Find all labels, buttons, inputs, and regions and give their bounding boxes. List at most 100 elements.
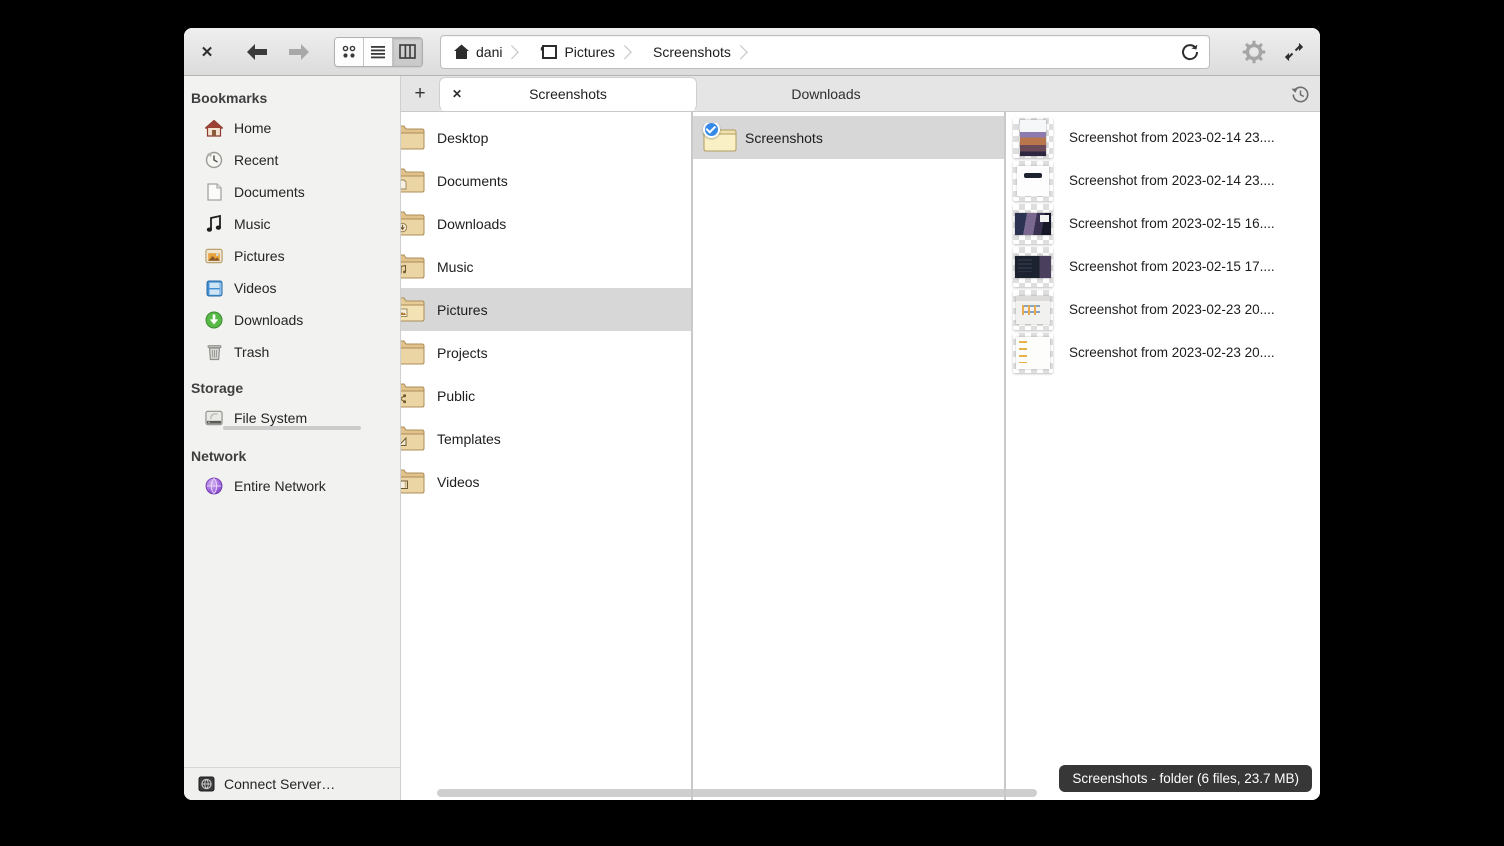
connect-server-label: Connect Server…	[224, 776, 335, 792]
item-label: Music	[437, 259, 474, 275]
folder-icon	[401, 252, 437, 282]
list-item-music[interactable]: Music	[401, 245, 691, 288]
gear-icon	[1242, 40, 1266, 64]
breadcrumb-separator	[737, 39, 755, 65]
column-screenshots-files: Screenshot from 2023-02-14 23.... Screen…	[1006, 112, 1320, 800]
folder-icon	[401, 123, 437, 153]
file-row[interactable]: Screenshot from 2023-02-23 20....	[1006, 331, 1320, 374]
sidebar-item-file-system[interactable]: File System	[184, 402, 400, 434]
grid-view-button[interactable]	[335, 38, 364, 66]
back-button[interactable]	[240, 35, 274, 69]
list-item-downloads[interactable]: Downloads	[401, 202, 691, 245]
file-row[interactable]: Screenshot from 2023-02-14 23....	[1006, 116, 1320, 159]
file-row[interactable]: Screenshot from 2023-02-15 16....	[1006, 202, 1320, 245]
connect-server-button[interactable]: Connect Server…	[184, 767, 400, 800]
sidebar-item-trash[interactable]: Trash	[184, 336, 400, 368]
list-item-videos[interactable]: Videos	[401, 460, 691, 503]
sidebar-item-music[interactable]: Music	[184, 208, 400, 240]
network-icon	[205, 477, 223, 495]
sidebar-item-label: Home	[234, 120, 271, 136]
refresh-icon	[1181, 43, 1199, 61]
pictures-icon	[205, 247, 223, 265]
refresh-button[interactable]	[1181, 43, 1199, 61]
main-area: + ✕ Screenshots Downloads	[401, 76, 1320, 800]
list-item-documents[interactable]: Documents	[401, 159, 691, 202]
list-item-public[interactable]: Public	[401, 374, 691, 417]
list-view-icon	[370, 45, 386, 59]
file-row[interactable]: Screenshot from 2023-02-14 23....	[1006, 159, 1320, 202]
settings-menu-button[interactable]	[1234, 32, 1274, 72]
sidebar-header-bookmarks: Bookmarks	[184, 84, 400, 112]
item-label: Documents	[437, 173, 508, 189]
item-label: Screenshots	[745, 130, 823, 146]
file-row[interactable]: Screenshot from 2023-02-23 20....	[1006, 288, 1320, 331]
tab-downloads[interactable]: Downloads	[697, 76, 955, 111]
sidebar-item-label: Downloads	[234, 312, 303, 328]
new-tab-button[interactable]: +	[401, 76, 439, 111]
folder-icon	[701, 123, 743, 153]
breadcrumb-segment-pictures[interactable]: Pictures	[528, 44, 619, 60]
fullscreen-button[interactable]	[1274, 32, 1314, 72]
list-view-button[interactable]	[364, 38, 393, 66]
folder-icon	[401, 424, 437, 454]
sidebar-item-label: Pictures	[234, 248, 285, 264]
list-item-screenshots-selected[interactable]: Screenshots	[693, 116, 1004, 159]
toolbar: ✕	[184, 28, 1320, 76]
sidebar-item-entire-network[interactable]: Entire Network	[184, 470, 400, 502]
list-item-pictures-selected[interactable]: Pictures	[401, 288, 691, 331]
home-icon	[205, 119, 223, 137]
sidebar-item-recent[interactable]: Recent	[184, 144, 400, 176]
file-row[interactable]: Screenshot from 2023-02-15 17....	[1006, 245, 1320, 288]
disk-usage-bar	[223, 426, 361, 430]
column-view-icon	[399, 44, 416, 59]
videos-icon	[205, 279, 223, 297]
sidebar: Bookmarks Home	[184, 76, 401, 800]
file-thumbnail	[1013, 247, 1053, 287]
expand-icon	[1285, 43, 1303, 61]
item-label: Public	[437, 388, 475, 404]
sidebar-item-videos[interactable]: Videos	[184, 272, 400, 304]
sidebar-item-documents[interactable]: Documents	[184, 176, 400, 208]
breadcrumb-label: dani	[476, 44, 502, 60]
breadcrumb-segment-home[interactable]: dani	[441, 44, 506, 60]
column-places: Desktop Documents Downloads	[401, 112, 693, 800]
breadcrumb-segment-screenshots[interactable]: Screenshots	[641, 44, 735, 60]
window-close-button[interactable]: ✕	[192, 37, 222, 67]
column-view-button[interactable]	[393, 38, 422, 66]
restore-tab-button[interactable]	[1291, 76, 1310, 112]
tab-close-icon[interactable]: ✕	[452, 78, 462, 110]
disk-icon	[205, 409, 223, 427]
forward-button[interactable]	[282, 35, 316, 69]
breadcrumb-label: Pictures	[564, 44, 615, 60]
item-label: Templates	[437, 431, 501, 447]
column-view: Desktop Documents Downloads	[401, 112, 1320, 800]
list-item-templates[interactable]: Templates	[401, 417, 691, 460]
list-item-projects[interactable]: Projects	[401, 331, 691, 374]
sidebar-item-label: Videos	[234, 280, 277, 296]
file-name: Screenshot from 2023-02-14 23....	[1069, 130, 1275, 145]
file-name: Screenshot from 2023-02-23 20....	[1069, 302, 1275, 317]
file-thumbnail	[1013, 290, 1053, 330]
sidebar-item-downloads[interactable]: Downloads	[184, 304, 400, 336]
toolbar-right	[1234, 28, 1320, 76]
sidebar-item-label: Documents	[234, 184, 305, 200]
breadcrumb[interactable]: dani Pictures Screenshots	[440, 35, 1210, 69]
list-item-desktop[interactable]: Desktop	[401, 116, 691, 159]
file-name: Screenshot from 2023-02-14 23....	[1069, 173, 1275, 188]
horizontal-scrollbar[interactable]	[437, 789, 1037, 797]
folder-icon	[401, 209, 437, 239]
tab-screenshots[interactable]: ✕ Screenshots	[439, 77, 697, 111]
folder-icon	[401, 338, 437, 368]
forward-icon	[287, 43, 311, 61]
breadcrumb-label: Screenshots	[653, 44, 731, 60]
item-label: Downloads	[437, 216, 506, 232]
column-pictures-contents: Screenshots	[693, 112, 1006, 800]
sidebar-item-home[interactable]: Home	[184, 112, 400, 144]
sidebar-item-pictures[interactable]: Pictures	[184, 240, 400, 272]
file-name: Screenshot from 2023-02-23 20....	[1069, 345, 1275, 360]
file-name: Screenshot from 2023-02-15 16....	[1069, 216, 1275, 231]
trash-icon	[205, 343, 223, 361]
sidebar-item-label: Recent	[234, 152, 278, 168]
tab-bar: + ✕ Screenshots Downloads	[401, 76, 1320, 112]
document-icon	[205, 183, 223, 201]
